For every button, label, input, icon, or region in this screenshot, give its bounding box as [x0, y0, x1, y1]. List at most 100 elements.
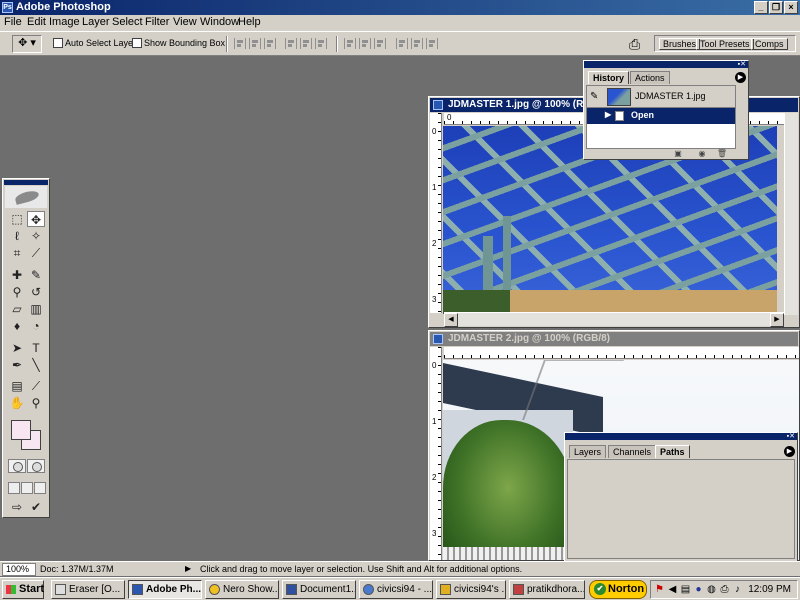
align-hcenter-icon[interactable] — [300, 38, 312, 49]
taskbar-item-browser-2[interactable]: civicsi94's ... — [436, 580, 506, 599]
history-snapshot[interactable]: ✎ JDMASTER 1.jpg — [587, 86, 735, 108]
standard-mode-icon[interactable] — [8, 459, 26, 473]
horizontal-ruler[interactable] — [444, 347, 799, 359]
move-tool-icon[interactable]: ✥ — [27, 211, 45, 227]
scroll-right-button[interactable]: ▶ — [770, 313, 784, 327]
distribute-vcenter-icon[interactable] — [359, 38, 371, 49]
tray-network-icon[interactable]: ▤ — [680, 584, 691, 595]
align-left-icon[interactable] — [285, 38, 297, 49]
toolbox-title-bar[interactable] — [4, 180, 48, 185]
healing-brush-icon[interactable]: ✚ — [8, 267, 26, 283]
layers-panel-title-bar[interactable] — [565, 433, 797, 440]
new-document-from-state-icon[interactable]: ▣ — [672, 149, 684, 159]
tray-printer-icon[interactable]: ⎙ — [719, 584, 730, 595]
horizontal-scrollbar[interactable]: ◀ ▶ — [444, 312, 784, 327]
dodge-icon[interactable]: ◔ — [27, 318, 45, 334]
menu-file[interactable]: File — [4, 16, 22, 28]
taskbar-item-pratikdhora[interactable]: pratikdhora... — [509, 580, 585, 599]
close-button[interactable]: × — [784, 1, 798, 14]
tray-messenger-icon[interactable]: ● — [693, 584, 704, 595]
vertical-ruler[interactable]: 0 1 2 3 — [430, 113, 442, 313]
align-top-icon[interactable] — [234, 38, 246, 49]
zoom-field[interactable]: 100% — [2, 563, 36, 576]
paths-list[interactable] — [567, 459, 795, 559]
distribute-bottom-icon[interactable] — [374, 38, 386, 49]
tab-channels[interactable]: Channels — [608, 445, 657, 458]
tab-layers[interactable]: Layers — [569, 445, 607, 458]
scroll-left-button[interactable]: ◀ — [444, 313, 458, 327]
restore-button[interactable]: ❐ — [769, 1, 783, 14]
distribute-left-icon[interactable] — [396, 38, 408, 49]
screen-mode-standard-icon[interactable] — [8, 482, 20, 494]
eraser-icon[interactable]: ▱ — [8, 301, 26, 317]
minimize-button[interactable]: _ — [754, 1, 768, 14]
taskbar-item-browser-1[interactable]: civicsi94 - ... — [359, 580, 433, 599]
taskbar-item-eraser[interactable]: Eraser [O... — [51, 580, 125, 599]
history-panel-title-bar[interactable] — [584, 61, 748, 68]
hand-tool-icon[interactable]: ✋ — [8, 395, 26, 411]
distribute-top-icon[interactable] — [344, 38, 356, 49]
line-tool-icon[interactable]: ╲ — [27, 357, 45, 373]
tab-actions[interactable]: Actions — [630, 71, 670, 84]
notes-icon[interactable]: ▤ — [8, 378, 26, 394]
type-tool-icon[interactable]: T — [27, 340, 45, 356]
vertical-ruler[interactable]: 0 1 2 3 — [430, 347, 442, 560]
gradient-icon[interactable]: ▥ — [27, 301, 45, 317]
menu-layer[interactable]: Layer — [82, 16, 110, 28]
taskbar-item-photoshop[interactable]: Adobe Ph... — [128, 580, 202, 599]
slice-tool-icon[interactable]: ⟋ — [27, 245, 45, 261]
path-select-icon[interactable]: ➤ — [8, 340, 26, 356]
norton-button[interactable]: Norton — [589, 580, 647, 599]
eyedropper-icon[interactable]: ⟋ — [27, 378, 45, 394]
delete-state-icon[interactable]: 🗑 — [716, 149, 728, 159]
status-menu-icon[interactable]: ▶ — [185, 564, 191, 573]
menu-view[interactable]: View — [173, 16, 197, 28]
adobe-feather-logo[interactable] — [5, 186, 47, 208]
menu-select[interactable]: Select — [112, 16, 143, 28]
menu-filter[interactable]: Filter — [145, 16, 169, 28]
marquee-tool-icon[interactable]: ⬚ — [8, 211, 26, 227]
vertical-scrollbar[interactable] — [784, 113, 798, 315]
distribute-right-icon[interactable] — [426, 38, 438, 49]
tray-volume-icon[interactable]: ◀ — [667, 584, 678, 595]
file-browser-icon[interactable]: ⎙ — [629, 36, 645, 52]
new-snapshot-icon[interactable]: ◉ — [696, 149, 708, 159]
menu-window[interactable]: Window — [200, 16, 239, 28]
history-brush-icon[interactable]: ↺ — [27, 284, 45, 300]
screen-mode-full-icon[interactable] — [34, 482, 46, 494]
well-tab-comps[interactable]: Comps — [751, 38, 788, 50]
tray-connection-icon[interactable]: ◍ — [706, 584, 717, 595]
history-brush-source-icon[interactable]: ✎ — [590, 91, 598, 102]
jump-to-imageready-icon[interactable]: ⇨ — [8, 499, 26, 515]
menu-image[interactable]: Image — [49, 16, 80, 28]
lasso-tool-icon[interactable]: ℓ — [8, 228, 26, 244]
magic-wand-icon[interactable]: ✧ — [27, 228, 45, 244]
document-2-title-bar[interactable]: JDMASTER 2.jpg @ 100% (RGB/8) — [430, 332, 798, 346]
show-bounding-checkbox[interactable] — [132, 38, 142, 48]
crop-tool-icon[interactable]: ⌗ — [8, 245, 26, 261]
panel-menu-icon[interactable]: ▶ — [735, 72, 746, 83]
zoom-tool-icon[interactable]: ⚲ — [27, 395, 45, 411]
history-step[interactable]: ▶ Open — [587, 108, 735, 124]
start-button[interactable]: Start — [2, 580, 44, 599]
clone-stamp-icon[interactable]: ⚲ — [8, 284, 26, 300]
tab-paths[interactable]: Paths — [655, 445, 690, 458]
taskbar-item-document1[interactable]: Document1... — [282, 580, 356, 599]
panel-close-icon[interactable]: ▪✕ — [787, 433, 795, 440]
well-tab-tool-presets[interactable]: Tool Presets — [696, 38, 754, 50]
align-bottom-icon[interactable] — [264, 38, 276, 49]
menu-help[interactable]: Help — [238, 16, 261, 28]
auto-select-checkbox[interactable] — [53, 38, 63, 48]
blur-icon[interactable]: ♦ — [8, 318, 26, 334]
move-tool-icon[interactable]: ✥ ▾ — [12, 35, 42, 53]
screen-mode-full-menu-icon[interactable] — [21, 482, 33, 494]
menu-edit[interactable]: Edit — [27, 16, 46, 28]
quickmask-mode-icon[interactable] — [27, 459, 45, 473]
taskbar-item-nero[interactable]: Nero Show... — [205, 580, 279, 599]
jump-check-icon[interactable]: ✔ — [27, 499, 45, 515]
tray-antivirus-icon[interactable]: ⚑ — [654, 584, 665, 595]
foreground-color-swatch[interactable] — [11, 420, 31, 440]
align-vcenter-icon[interactable] — [249, 38, 261, 49]
brush-tool-icon[interactable]: ✎ — [27, 267, 45, 283]
panel-close-icon[interactable]: ▪✕ — [738, 61, 746, 68]
